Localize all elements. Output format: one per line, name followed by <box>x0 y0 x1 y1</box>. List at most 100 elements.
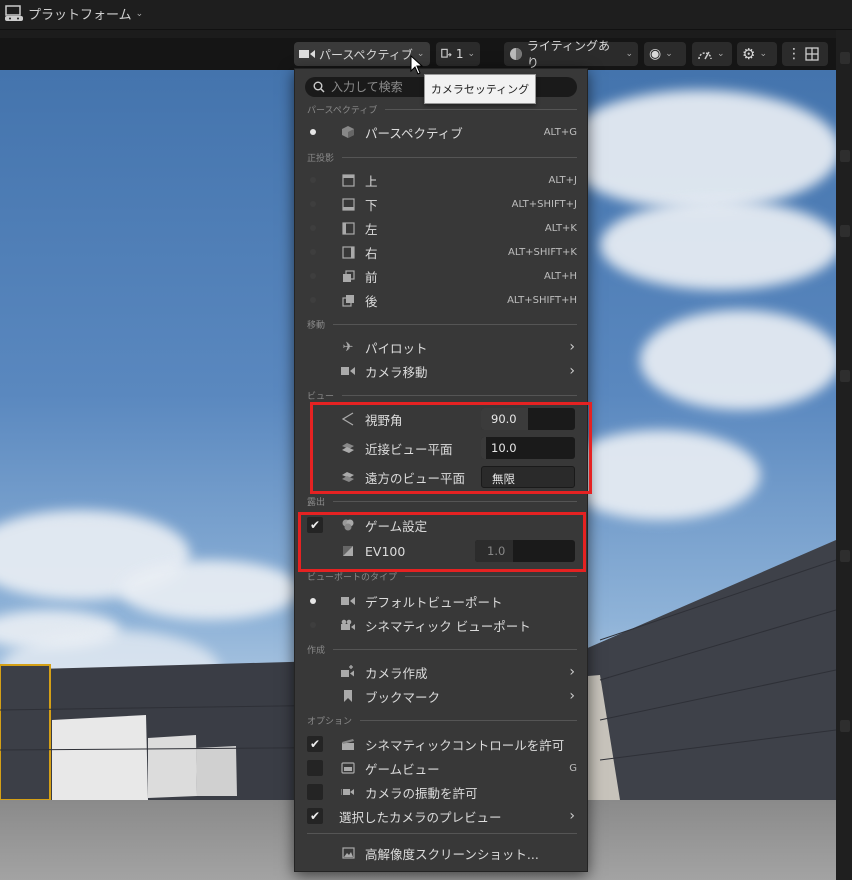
menu-item-hires-screenshot[interactable]: 高解像度スクリーンショット... <box>295 841 587 865</box>
game-view-checkbox[interactable] <box>307 760 323 776</box>
viewport-options-button[interactable]: ⋮ <box>782 42 828 66</box>
view-front-icon <box>341 269 355 283</box>
camera-shake-icon <box>341 785 355 799</box>
screenshot-icon <box>341 846 355 860</box>
show-dropdown[interactable]: ◉ ⌄ <box>644 42 686 66</box>
chevron-right-icon: › <box>569 688 575 704</box>
item-label: 前 <box>365 269 378 285</box>
lighting-dropdown[interactable]: ライティングあり ⌄ <box>504 39 638 70</box>
radio-indicator <box>310 129 316 135</box>
menu-item-camera-move[interactable]: カメラ移動 › <box>295 359 587 383</box>
item-label: ゲームビュー <box>365 761 440 777</box>
highlight-box-view <box>310 402 592 494</box>
menu-item-pilot[interactable]: ✈ パイロット › <box>295 335 587 359</box>
item-label: 後 <box>365 293 378 309</box>
menu-item-default-viewport[interactable]: デフォルトビューポート <box>295 589 587 613</box>
performance-dropdown[interactable]: ⌄ <box>692 42 732 66</box>
shortcut-label: ALT+SHIFT+K <box>508 246 577 258</box>
chevron-down-icon: ⌄ <box>467 49 475 59</box>
item-label: ブックマーク <box>365 689 441 705</box>
view-top-icon <box>341 173 355 187</box>
platform-menu[interactable]: プラットフォーム ⌄ <box>4 4 143 23</box>
allow-shake-checkbox[interactable] <box>307 784 323 800</box>
preview-selected-checkbox[interactable]: ✔ <box>307 808 323 824</box>
cube-icon <box>341 125 355 139</box>
item-label: パイロット <box>365 340 428 356</box>
shortcut-label: ALT+H <box>543 270 577 282</box>
view-count: 1 <box>455 47 464 61</box>
item-label: 高解像度スクリーンショット... <box>365 846 539 862</box>
menu-item-bookmark[interactable]: ブックマーク › <box>295 684 587 708</box>
item-label: カメラ作成 <box>365 665 428 681</box>
chevron-down-icon: ⌄ <box>759 49 767 59</box>
chevron-right-icon: › <box>569 339 575 355</box>
shortcut-label: ALT+K <box>544 222 577 234</box>
section-label: 露出 <box>307 497 326 508</box>
shortcut-label: ALT+SHIFT+J <box>511 198 577 210</box>
radio-indicator <box>310 297 316 303</box>
eye-icon: ◉ <box>649 46 662 62</box>
view-bottom-icon <box>341 197 355 211</box>
clapperboard-icon <box>341 737 355 751</box>
platform-label: プラットフォーム <box>28 8 132 23</box>
tooltip: カメラセッティング <box>424 74 536 104</box>
item-label: デフォルトビューポート <box>365 594 503 610</box>
menu-item-game-view[interactable]: ゲームビュー G <box>295 756 587 780</box>
shortcut-label: ALT+G <box>543 126 577 138</box>
view-back-icon <box>341 293 355 307</box>
gamepad-icon <box>341 761 355 775</box>
chevron-right-icon: › <box>569 664 575 680</box>
menu-divider <box>307 833 577 834</box>
menu-item-top[interactable]: 上 ALT+J <box>295 168 587 192</box>
gauge-icon <box>698 51 712 60</box>
allow-cinematic-checkbox[interactable]: ✔ <box>307 736 323 752</box>
section-label: 移動 <box>307 320 326 331</box>
shortcut-label: ALT+SHIFT+H <box>507 294 577 306</box>
chevron-down-icon: ⌄ <box>717 49 725 59</box>
item-label: シネマティック ビューポート <box>365 618 531 634</box>
menu-item-front[interactable]: 前 ALT+H <box>295 264 587 288</box>
item-label: 右 <box>365 245 378 261</box>
add-camera-icon <box>341 665 355 679</box>
perspective-label: パースペクティブ <box>319 47 413 62</box>
lit-sphere-icon <box>509 48 522 60</box>
item-label: パースペクティブ <box>365 125 463 141</box>
item-label: 上 <box>365 173 378 189</box>
radio-indicator <box>310 201 316 207</box>
radio-indicator <box>310 622 316 628</box>
settings-dropdown[interactable]: ⚙ ⌄ <box>737 42 777 66</box>
menu-item-allow-shake[interactable]: カメラの振動を許可 <box>295 780 587 804</box>
menu-item-left[interactable]: 左 ALT+K <box>295 216 587 240</box>
camera-icon <box>341 594 355 608</box>
chevron-down-icon: ⌄ <box>625 49 633 59</box>
grid-layout-icon <box>805 47 819 61</box>
section-label: 正投影 <box>307 153 335 164</box>
more-vertical-icon: ⋮ <box>787 46 801 62</box>
airplane-icon: ✈ <box>342 339 354 355</box>
menu-item-cinematic-viewport[interactable]: シネマティック ビューポート <box>295 613 587 637</box>
cinema-camera-icon <box>341 618 355 632</box>
shortcut-label: G <box>569 762 577 774</box>
radio-indicator <box>310 249 316 255</box>
radio-indicator <box>310 273 316 279</box>
menu-item-right[interactable]: 右 ALT+SHIFT+K <box>295 240 587 264</box>
search-icon <box>313 81 325 93</box>
bookmark-icon <box>341 689 355 703</box>
item-label: 左 <box>365 221 378 237</box>
item-label: シネマティックコントロールを許可 <box>365 737 565 753</box>
menu-item-back[interactable]: 後 ALT+SHIFT+H <box>295 288 587 312</box>
menu-item-preview-selected[interactable]: ✔ 選択したカメラのプレビュー › <box>295 804 587 828</box>
view-left-icon <box>341 221 355 235</box>
radio-indicator <box>310 225 316 231</box>
shortcut-label: ALT+J <box>548 174 577 186</box>
layout-dropdown[interactable]: 1 ⌄ <box>436 42 480 66</box>
camera-icon <box>341 364 355 378</box>
camera-icon <box>299 50 315 58</box>
menu-item-allow-cinematic[interactable]: ✔ シネマティックコントロールを許可 <box>295 732 587 756</box>
section-ortho: 正投影 <box>307 150 577 164</box>
menu-item-bottom[interactable]: 下 ALT+SHIFT+J <box>295 192 587 216</box>
view-right-icon <box>341 245 355 259</box>
lighting-label: ライティングあり <box>526 39 610 70</box>
menu-item-create-camera[interactable]: カメラ作成 › <box>295 660 587 684</box>
menu-item-perspective[interactable]: パースペクティブ ALT+G <box>295 120 587 144</box>
